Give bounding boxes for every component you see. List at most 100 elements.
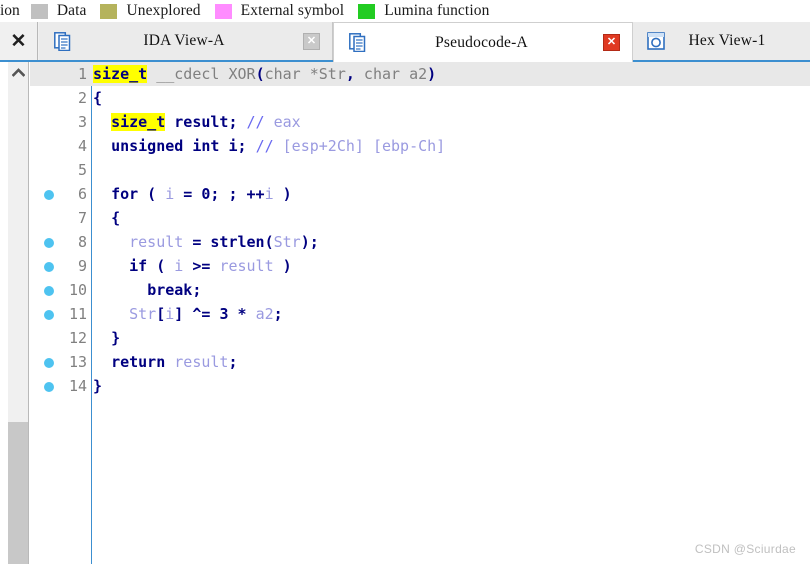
code-text: Str[i] ^= 3 * a2; (93, 302, 283, 326)
line-number: 3 (77, 113, 87, 131)
legend-item: Lumina function (358, 0, 503, 22)
code-token: ( (147, 257, 175, 275)
code-token: break (147, 281, 193, 299)
code-token: >= (183, 257, 220, 275)
tab-label: Pseudocode-A (435, 33, 528, 51)
code-token: ) (273, 185, 292, 203)
code-line[interactable]: 13 return result; (30, 350, 810, 374)
code-lines: 1 size_t __cdecl XOR(char *Str, char a2) 2… (30, 62, 810, 398)
code-token: ; (237, 137, 247, 155)
legend-clipped-label: ion (0, 2, 20, 19)
code-token: // (246, 113, 274, 131)
code-token: [ (156, 305, 166, 323)
scroll-up-arrow-icon[interactable] (8, 62, 28, 83)
code-text: for ( i = 0; ; ++i ) (93, 182, 292, 206)
code-token: result (129, 233, 184, 251)
code-token: ( (255, 65, 265, 83)
code-token: Str (129, 305, 157, 323)
code-line[interactable]: 5 (30, 158, 810, 182)
watermark: CSDN @Sciurdae (694, 542, 796, 556)
code-token: } (93, 377, 103, 395)
document-icon (348, 33, 366, 53)
close-tab-button[interactable]: ✕ (0, 22, 38, 60)
code-text: return result; (93, 350, 237, 374)
tab-hex-view-1[interactable]: Hex View-1 (633, 22, 810, 60)
code-line[interactable]: 8 result = strlen(Str); (30, 230, 810, 254)
code-token: } (111, 329, 121, 347)
code-token: return (111, 353, 166, 371)
hexview-icon (647, 31, 665, 51)
code-line[interactable]: 11 Str[i] ^= 3 * a2; (30, 302, 810, 326)
code-token: ^= (192, 305, 220, 323)
code-text: { (93, 86, 102, 110)
code-line[interactable]: 7 { (30, 206, 810, 230)
legend-item-label: Data (56, 2, 87, 19)
line-number: 6 (77, 185, 87, 203)
code-token: result (174, 113, 229, 131)
legend-color-swatch (358, 3, 376, 19)
code-text: } (93, 374, 102, 398)
code-token: char *Str (264, 65, 346, 83)
pseudocode-panel[interactable]: 1 size_t __cdecl XOR(char *Str, char a2) 2… (30, 62, 810, 564)
code-token: size_t (93, 65, 148, 83)
code-line[interactable]: 9 if ( i >= result ) (30, 254, 810, 278)
editor-region: 1 size_t __cdecl XOR(char *Str, char a2) 2… (0, 62, 810, 564)
tab-pseudocode-a[interactable]: Pseudocode-A ✕ (333, 22, 633, 62)
legend-color-swatch (214, 3, 232, 19)
code-token: ] (174, 305, 193, 323)
code-token: ) (427, 65, 437, 83)
code-token: __cdecl XOR (147, 65, 256, 83)
code-token: i (174, 257, 184, 275)
code-token: ) (273, 257, 292, 275)
tab-close-icon[interactable]: ✕ (603, 34, 620, 51)
code-line[interactable]: 6 for ( i = 0; ; ++i ) (30, 182, 810, 206)
code-text: result = strlen(Str); (93, 230, 319, 254)
tab-close-icon[interactable]: ✕ (303, 32, 320, 50)
legend-item: Unexplored (100, 0, 214, 22)
code-line[interactable]: 14} (30, 374, 810, 398)
line-number: 11 (68, 305, 87, 323)
legend-item: Data (30, 0, 101, 22)
line-number: 4 (77, 137, 87, 155)
line-number: 7 (77, 209, 87, 227)
code-line[interactable]: 10 break; (30, 278, 810, 302)
legend-items: Data Unexplored External symbol Lumina func… (30, 0, 504, 22)
code-token: ); (300, 233, 319, 251)
code-token: , (345, 65, 355, 83)
legend-color-swatch (30, 3, 48, 19)
line-number: 8 (77, 233, 87, 251)
legend-color-swatch (100, 3, 118, 19)
scrollbar-thumb[interactable] (8, 422, 28, 564)
line-number: 9 (77, 257, 87, 275)
code-line[interactable]: 1 size_t __cdecl XOR(char *Str, char a2) (30, 62, 810, 86)
tab-ida-view-a[interactable]: IDA View-A ✕ (39, 22, 333, 60)
code-line[interactable]: 3 size_t result; // eax (30, 110, 810, 134)
code-text: break; (93, 278, 201, 302)
vertical-scrollbar[interactable] (8, 62, 29, 564)
code-token: ( (138, 185, 166, 203)
line-number: 13 (68, 353, 87, 371)
code-line[interactable]: 12 } (30, 326, 810, 350)
code-token: { (93, 89, 103, 107)
code-token: = (174, 185, 202, 203)
code-token: = (183, 233, 211, 251)
code-token: result (219, 257, 274, 275)
code-token: Str (273, 233, 301, 251)
code-line[interactable]: 2{ (30, 86, 810, 110)
line-number: 12 (68, 329, 87, 347)
code-text: unsigned int i; // [esp+2Ch] [ebp-Ch] (93, 134, 445, 158)
tab-label: Hex View-1 (688, 32, 766, 49)
code-token: { (111, 209, 121, 227)
code-token: char a2 (354, 65, 428, 83)
line-number: 5 (77, 161, 87, 179)
code-token: i (264, 185, 274, 203)
code-line[interactable]: 4 unsigned int i; // [esp+2Ch] [ebp-Ch] (30, 134, 810, 158)
